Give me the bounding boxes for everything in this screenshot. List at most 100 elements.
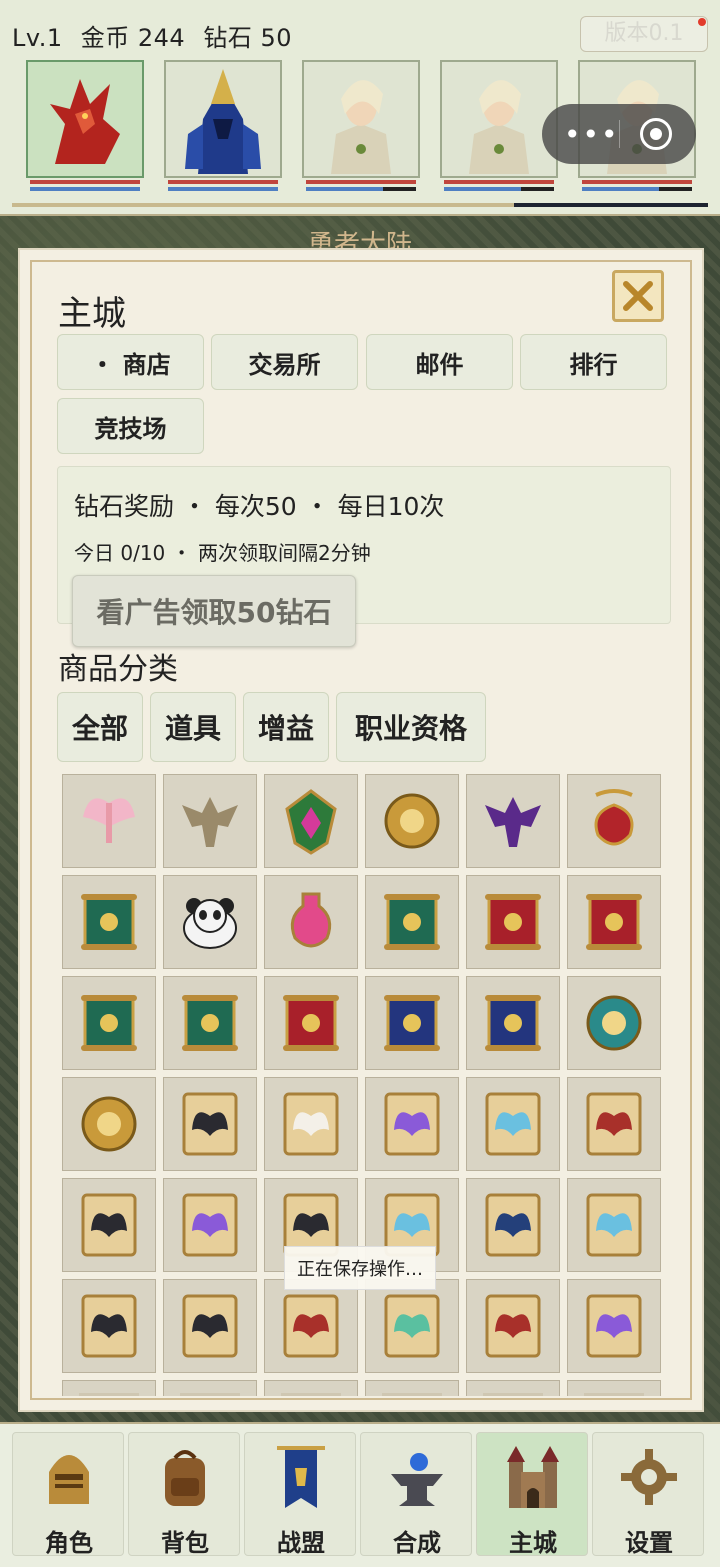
shop-item[interactable] — [567, 1279, 661, 1373]
shop-item[interactable] — [264, 875, 358, 969]
hero-slot[interactable] — [164, 60, 282, 194]
tab-ranking[interactable]: 排行 — [520, 334, 667, 390]
shop-item[interactable] — [365, 976, 459, 1070]
shop-item[interactable] — [163, 976, 257, 1070]
helmet-icon — [35, 1441, 103, 1513]
bone-dragon-icon — [182, 797, 238, 847]
experience-bar — [12, 203, 708, 207]
nav-craft[interactable]: 合成 — [360, 1432, 472, 1557]
shop-item[interactable] — [62, 1380, 156, 1396]
shop-item[interactable] — [163, 875, 257, 969]
close-miniprogram-icon[interactable] — [640, 118, 672, 150]
shop-item[interactable] — [466, 875, 560, 969]
tab-exchange[interactable]: 交易所 — [211, 334, 358, 390]
shop-item[interactable] — [365, 774, 459, 868]
shop-item[interactable] — [466, 1279, 560, 1373]
bottom-navigation: 角色 背包 战盟 合成 主城 设置 — [0, 1422, 720, 1567]
main-city-panel: 主城 ・ 商店 交易所 邮件 排行 竞技场 钻石奖励 ・ 每次50 ・ 每日10… — [18, 248, 704, 1412]
diamond-count: 钻石 50 — [203, 24, 292, 52]
shop-item[interactable] — [264, 1279, 358, 1373]
sun-scroll-icon — [182, 995, 238, 1051]
tab-mail[interactable]: 邮件 — [366, 334, 513, 390]
reward-subtitle: 今日 0/10 ・ 两次领取间隔2分钟 — [74, 541, 371, 565]
crown-scroll-icon — [586, 894, 642, 950]
hero-slot[interactable] — [440, 60, 558, 194]
shop-item[interactable] — [466, 774, 560, 868]
saving-toast: 正在保存操作… — [284, 1246, 436, 1290]
partial-item-icon — [483, 1393, 543, 1396]
fist-medal-icon — [384, 793, 440, 849]
dark-wings-card-icon — [81, 1193, 137, 1257]
shop-item[interactable] — [567, 1178, 661, 1272]
category-job-qualification[interactable]: 职业资格 — [336, 692, 486, 762]
heart-potion-icon — [290, 892, 332, 948]
more-menu-icon[interactable]: ••• — [564, 118, 620, 151]
shop-item[interactable] — [466, 1077, 560, 1171]
hero-slot[interactable] — [302, 60, 420, 194]
shop-item[interactable] — [567, 774, 661, 868]
shop-item[interactable] — [264, 976, 358, 1070]
anvil-icon — [383, 1441, 451, 1513]
shop-item[interactable] — [62, 774, 156, 868]
shop-item[interactable] — [466, 976, 560, 1070]
nav-guild[interactable]: 战盟 — [244, 1432, 356, 1557]
player-stats: Lv.1 金币 244 钻石 50 — [12, 18, 302, 53]
shop-item[interactable] — [163, 1077, 257, 1171]
shop-item[interactable] — [365, 1279, 459, 1373]
shop-item[interactable] — [567, 976, 661, 1070]
shop-item[interactable] — [567, 1380, 661, 1396]
shop-item[interactable] — [365, 875, 459, 969]
arrows-scroll-icon — [485, 995, 541, 1051]
white-wings-card-icon — [283, 1092, 339, 1156]
shop-item[interactable] — [264, 1380, 358, 1396]
mp-bar — [30, 187, 140, 191]
partial-item-icon — [180, 1393, 240, 1396]
nav-label: 战盟 — [277, 1529, 325, 1557]
tab-arena[interactable]: 竞技场 — [57, 398, 204, 454]
shop-item[interactable] — [365, 1077, 459, 1171]
hp-bar — [306, 180, 416, 184]
shop-item[interactable] — [62, 875, 156, 969]
close-button[interactable] — [612, 270, 664, 322]
shop-item[interactable] — [62, 1279, 156, 1373]
miniprogram-capsule[interactable]: ••• — [542, 104, 696, 164]
shop-item[interactable] — [62, 1178, 156, 1272]
shop-item[interactable] — [466, 1178, 560, 1272]
category-all[interactable]: 全部 — [57, 692, 143, 762]
shop-item-grid[interactable] — [62, 774, 666, 1396]
shop-item[interactable] — [567, 875, 661, 969]
shop-item[interactable] — [264, 774, 358, 868]
shop-item[interactable] — [264, 1077, 358, 1171]
shop-item[interactable] — [365, 1380, 459, 1396]
nav-main-city[interactable]: 主城 — [476, 1432, 588, 1557]
nav-character[interactable]: 角色 — [12, 1432, 124, 1557]
nav-label: 角色 — [45, 1529, 93, 1557]
shop-item[interactable] — [466, 1380, 560, 1396]
shop-item[interactable] — [62, 1077, 156, 1171]
panel-title: 主城 — [58, 294, 126, 334]
nav-backpack[interactable]: 背包 — [128, 1432, 240, 1557]
shop-item[interactable] — [163, 774, 257, 868]
category-buffs[interactable]: 增益 — [243, 692, 329, 762]
shop-item[interactable] — [567, 1077, 661, 1171]
reward-title: 钻石奖励 ・ 每次50 ・ 每日10次 — [74, 492, 445, 521]
shop-item[interactable] — [163, 1279, 257, 1373]
shop-item[interactable] — [62, 976, 156, 1070]
tab-shop[interactable]: ・ 商店 — [57, 334, 204, 390]
swords-scroll-icon — [384, 894, 440, 950]
watch-ad-button[interactable]: 看广告领取50钻石 — [72, 575, 356, 647]
shield-scroll-icon — [485, 894, 541, 950]
red-cape-card-icon — [485, 1294, 541, 1358]
fairy-green-wings-card-icon — [384, 1294, 440, 1358]
category-items[interactable]: 道具 — [150, 692, 236, 762]
shop-item[interactable] — [163, 1380, 257, 1396]
nav-label: 设置 — [625, 1529, 673, 1557]
elf-archer-portrait — [302, 60, 420, 178]
shop-item[interactable] — [163, 1178, 257, 1272]
mp-bar — [444, 187, 554, 191]
nav-settings[interactable]: 设置 — [592, 1432, 704, 1557]
hp-bar — [444, 180, 554, 184]
version-button[interactable]: 版本0.1 — [580, 16, 708, 52]
hero-slot[interactable] — [26, 60, 144, 194]
emerald-crest-icon — [285, 789, 337, 855]
